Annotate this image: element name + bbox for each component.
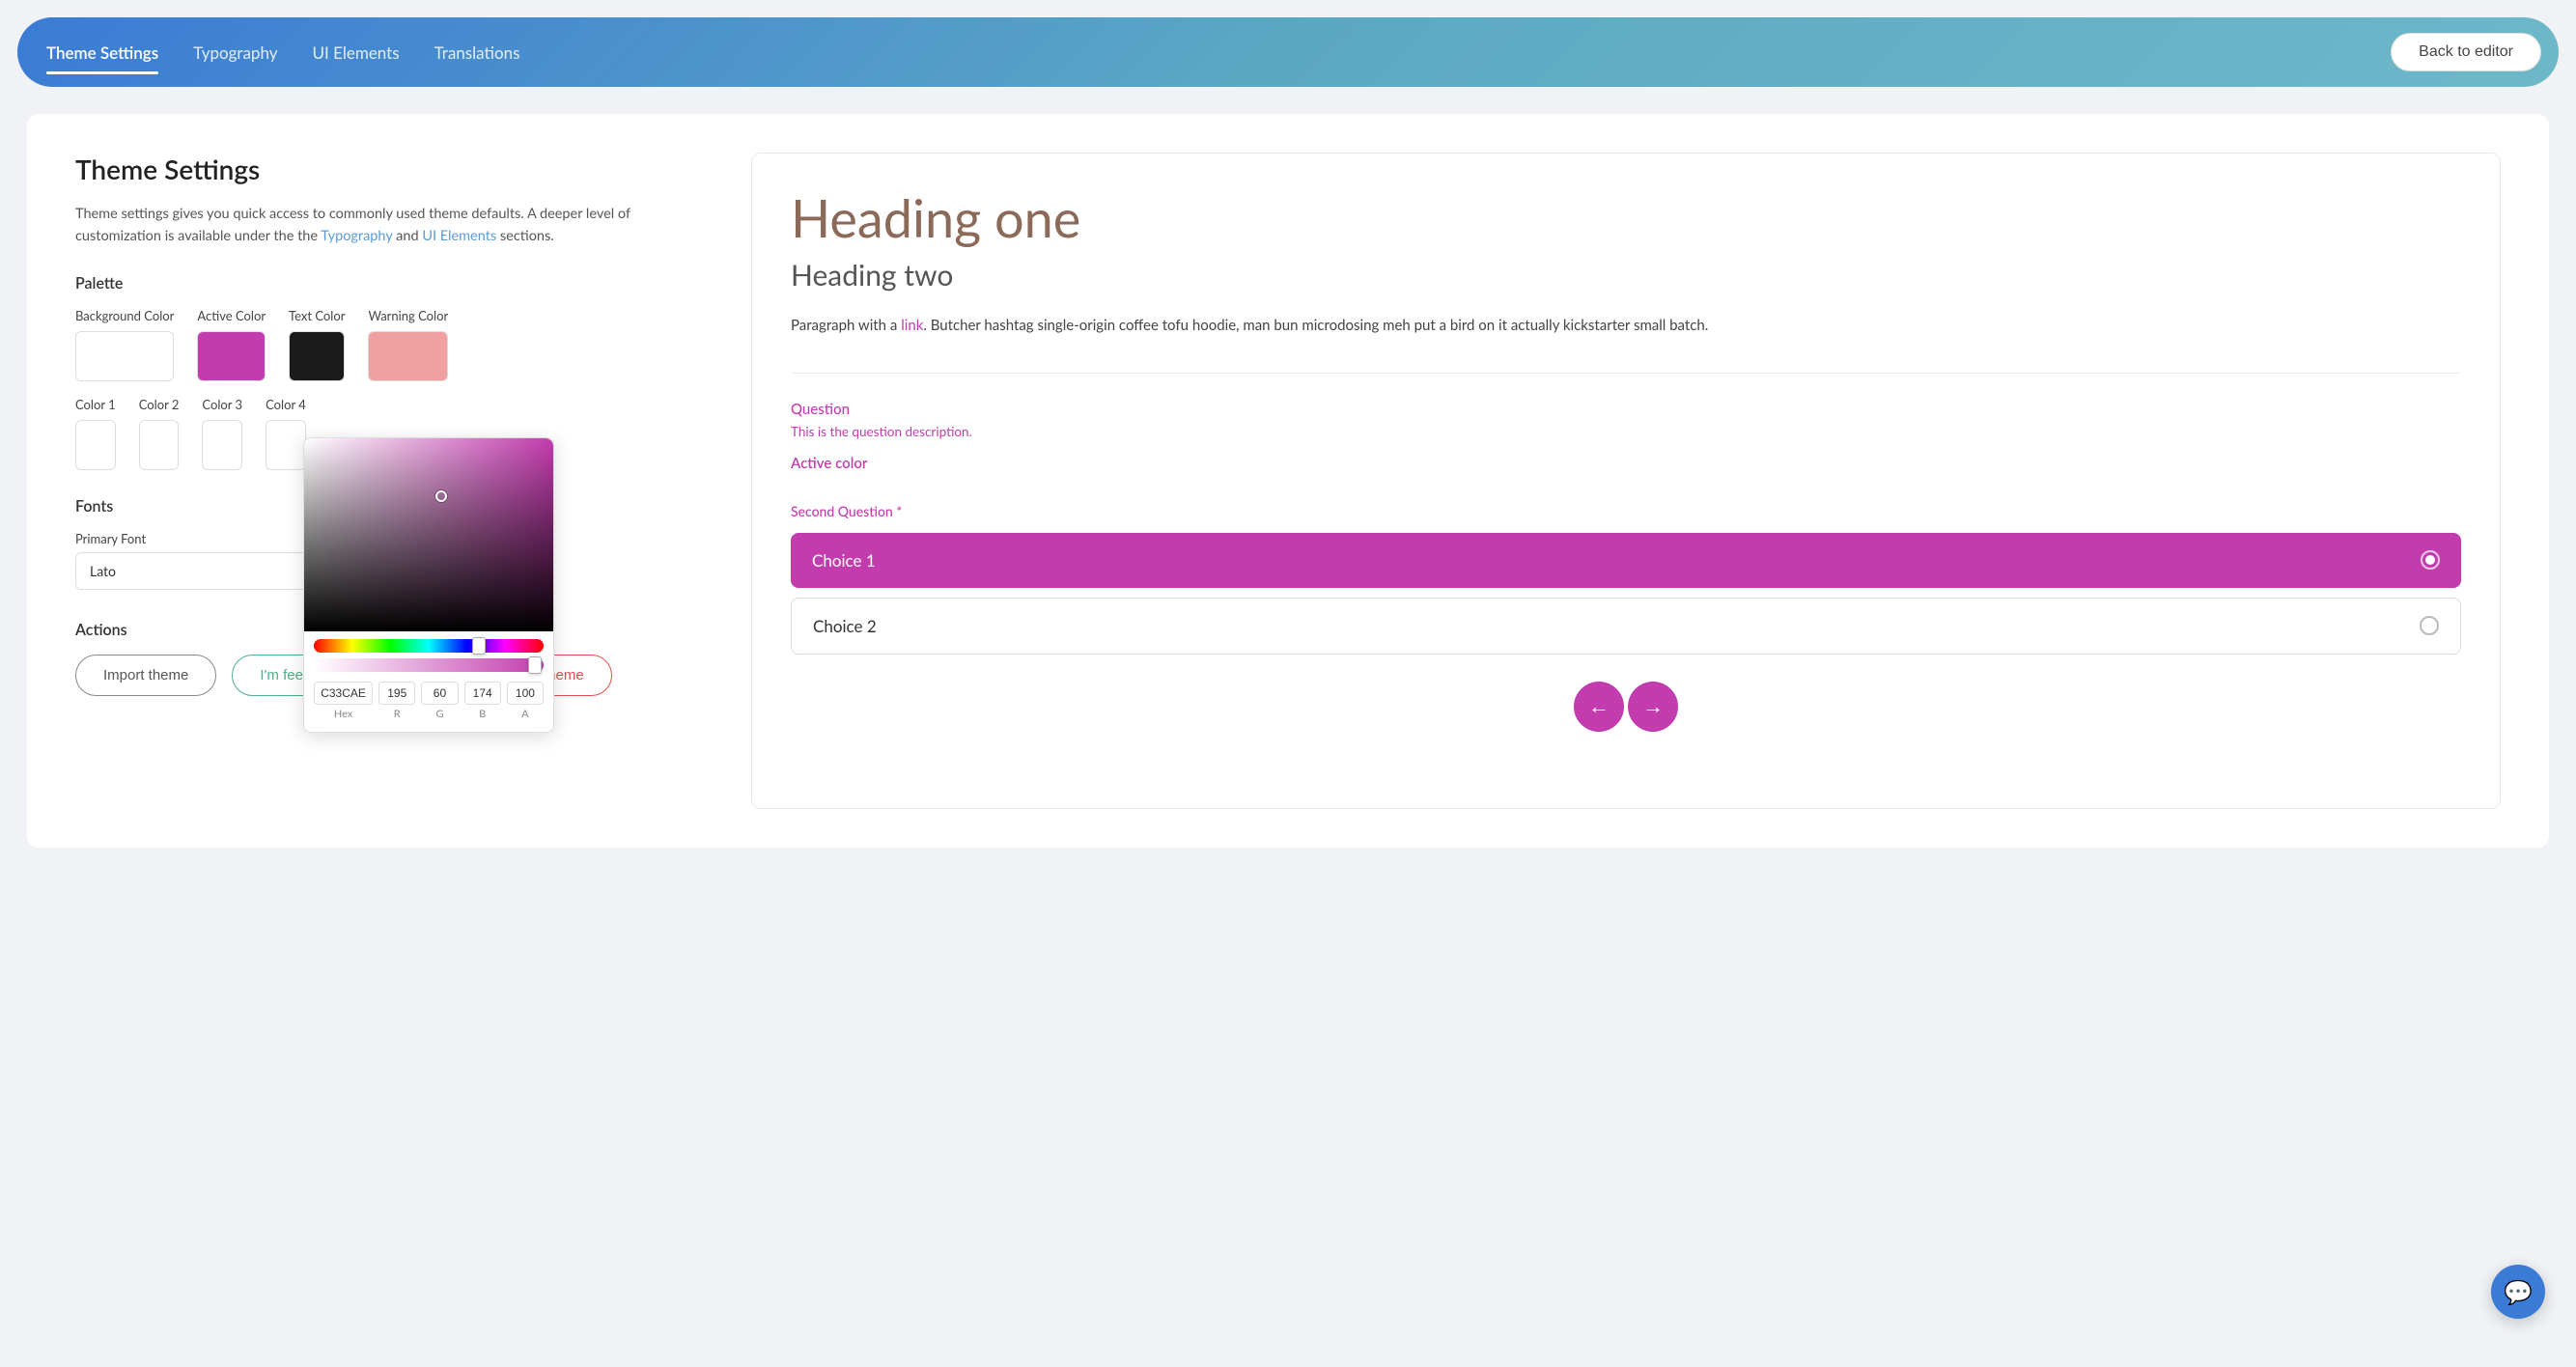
hue-thumb [472,637,486,655]
warning-color-swatch[interactable] [368,331,448,381]
hex-input-group: Hex [314,682,373,720]
color-picker-popup: Hex R G B A [303,437,554,733]
ui-elements-link[interactable]: UI Elements [422,228,496,244]
next-arrow-button[interactable]: → [1628,682,1678,732]
question-label: Question [791,401,2461,418]
tab-ui-elements[interactable]: UI Elements [313,35,400,70]
color4-swatch[interactable] [266,420,306,470]
background-color-field: Background Color [75,308,174,381]
tab-typography[interactable]: Typography [193,35,277,70]
r-input[interactable] [378,682,415,705]
r-label: R [394,708,401,720]
warning-color-label: Warning Color [368,308,448,323]
color3-label: Color 3 [202,397,242,412]
hex-input[interactable] [314,682,373,705]
active-color-label: Active Color [197,308,266,323]
chat-bubble-button[interactable]: 💬 [2491,1265,2545,1319]
active-color-field: Active Color [197,308,266,381]
paragraph-prefix: Paragraph with a [791,317,901,334]
palette-label: Palette [75,274,713,293]
color1-field: Color 1 [75,397,116,470]
chat-icon: 💬 [2504,1278,2533,1306]
tab-translations[interactable]: Translations [434,35,520,70]
import-theme-button[interactable]: Import theme [75,655,216,696]
color3-swatch[interactable] [202,420,242,470]
hue-strip[interactable] [314,639,544,653]
hex-label: Hex [334,708,352,720]
color4-field: Color 4 [266,397,306,470]
preview-heading1: Heading one [791,188,2461,248]
choice2-label: Choice 2 [813,616,877,636]
text-color-swatch[interactable] [289,331,345,381]
g-label: G [435,708,443,720]
description-and: and [392,228,422,244]
nav-buttons: ← → [791,682,2461,732]
r-input-group: R [378,682,415,720]
right-panel: Heading one Heading two Paragraph with a… [751,153,2501,809]
prev-arrow-button[interactable]: ← [1574,682,1624,732]
top-nav: Theme Settings Typography UI Elements Tr… [17,17,2559,87]
typography-link[interactable]: Typography [321,228,392,244]
color2-swatch[interactable] [139,420,180,470]
preview-paragraph: Paragraph with a link. Butcher hashtag s… [791,314,2461,338]
text-color-label: Text Color [289,308,345,323]
choice2-option[interactable]: Choice 2 [791,598,2461,655]
picker-cursor [435,490,447,502]
radio-circle-unselected [2420,616,2439,635]
radio-circle-selected [2421,550,2440,570]
background-color-label: Background Color [75,308,174,323]
active-color-swatch[interactable] [197,331,266,381]
required-star: * [893,503,903,519]
active-color-text: Active color [791,455,2461,472]
nav-tabs: Theme Settings Typography UI Elements Tr… [46,35,519,70]
background-color-swatch[interactable] [75,331,174,381]
font-select-value: Lato [90,563,116,579]
color1-swatch[interactable] [75,420,116,470]
choice1-option[interactable]: Choice 1 [791,533,2461,588]
g-input-group: G [421,682,458,720]
a-input[interactable] [507,682,544,705]
b-input-group: B [464,682,501,720]
second-question-label: Second Question * [791,503,2461,519]
warning-color-field: Warning Color [368,308,448,381]
paragraph-suffix: . Butcher hashtag single-origin coffee t… [923,317,1708,334]
a-input-group: A [507,682,544,720]
tab-theme-settings[interactable]: Theme Settings [46,35,158,70]
a-label: A [521,708,528,720]
question-description: This is the question description. [791,424,2461,439]
g-input[interactable] [421,682,458,705]
color-picker-gradient[interactable] [304,438,553,631]
color2-field: Color 2 [139,397,180,470]
color3-field: Color 3 [202,397,242,470]
paragraph-link[interactable]: link [901,317,923,334]
text-color-field: Text Color [289,308,345,381]
divider [791,373,2461,374]
main-content: Theme Settings Theme settings gives you … [27,114,2549,848]
description: Theme settings gives you quick access to… [75,203,713,247]
alpha-strip[interactable] [314,658,544,672]
color2-label: Color 2 [139,397,180,412]
left-panel: Theme Settings Theme settings gives you … [75,153,751,809]
preview-heading2: Heading two [791,258,2461,293]
palette-row-1: Background Color Active Color Text Color… [75,308,713,381]
back-to-editor-button[interactable]: Back to editor [2391,33,2541,71]
description-text-2: sections. [496,228,554,244]
alpha-thumb [528,656,542,674]
b-input[interactable] [464,682,501,705]
color4-label: Color 4 [266,397,306,412]
color1-label: Color 1 [75,397,116,412]
page-title: Theme Settings [75,153,713,185]
b-label: B [479,708,486,720]
picker-inputs: Hex R G B A [314,682,544,720]
choice1-label: Choice 1 [812,550,876,571]
